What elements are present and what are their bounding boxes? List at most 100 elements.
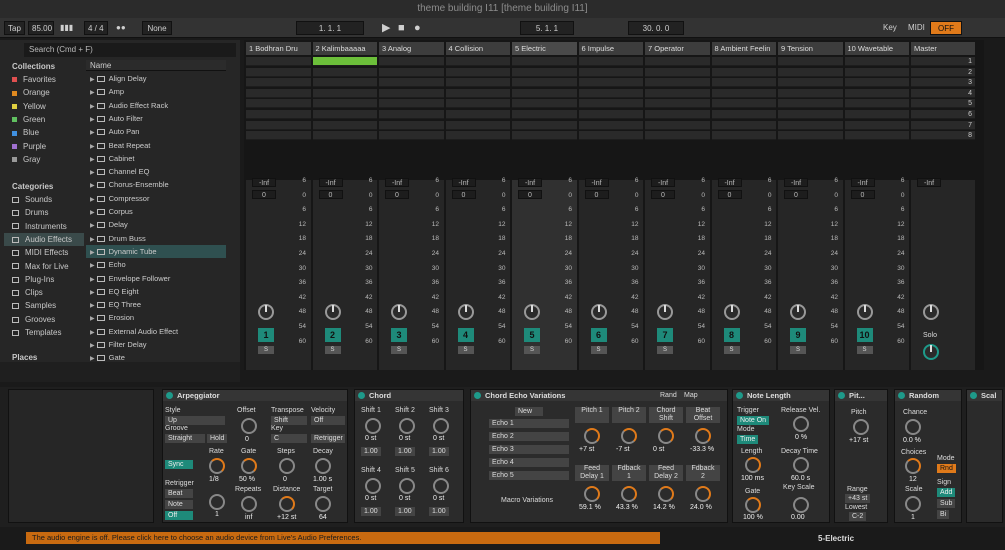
volume-readout[interactable]: -Inf [451, 178, 476, 187]
chord-shift-knob[interactable] [433, 418, 449, 434]
random-choices-knob[interactable] [905, 458, 921, 474]
volume-readout[interactable]: -Inf [584, 178, 609, 187]
chord-shift-knob[interactable] [433, 478, 449, 494]
clip-slot[interactable] [512, 99, 577, 109]
pan-readout[interactable]: 0 [318, 190, 343, 199]
clip-slot[interactable] [512, 120, 577, 130]
master-volume-readout[interactable]: -Inf [917, 178, 941, 187]
track-header[interactable]: 9 Tension [778, 42, 843, 55]
track-header[interactable]: 8 Ambient Feelin [711, 42, 776, 55]
pitch-knob[interactable] [853, 419, 869, 435]
send-knob[interactable] [856, 304, 873, 320]
arp-distance-knob[interactable] [279, 496, 295, 512]
clip-slot[interactable] [778, 120, 843, 130]
macro-knob[interactable] [658, 428, 674, 444]
clip-slot[interactable] [379, 99, 444, 109]
clip-slot[interactable] [778, 110, 843, 119]
clip-slot[interactable] [246, 110, 311, 119]
clip-slot[interactable] [578, 67, 643, 77]
clip-slot[interactable] [711, 131, 776, 141]
category-max-for-live[interactable]: Max for Live [4, 260, 84, 273]
device-rack[interactable]: Chord Echo Variations Rand Map New Echo … [470, 389, 728, 523]
clip-slot[interactable] [844, 88, 909, 98]
clip-slot[interactable] [246, 57, 311, 66]
solo-button[interactable]: S [524, 346, 540, 354]
name-column-header[interactable]: Name [86, 60, 226, 71]
browser-item[interactable]: ▶ Echo [86, 258, 226, 271]
clip-slot[interactable] [711, 120, 776, 130]
expand-triangle-icon[interactable]: ▶ [90, 170, 95, 176]
arp-velocity-select[interactable]: Off [311, 416, 345, 425]
category-instruments[interactable]: Instruments [4, 220, 84, 233]
arrangement-position[interactable]: 1. 1. 1 [296, 21, 364, 35]
clip-slot[interactable] [645, 57, 710, 66]
clip-slot[interactable] [445, 57, 510, 66]
solo-button[interactable]: S [590, 346, 607, 354]
clip-slot[interactable] [844, 110, 909, 119]
device-note-length[interactable]: Note Length Trigger Note On Mode Time Re… [732, 389, 830, 523]
category-samples[interactable]: Samples [4, 299, 84, 312]
clip-slot[interactable] [844, 120, 909, 130]
clip-slot[interactable] [445, 120, 510, 130]
track-header[interactable]: 7 Operator [645, 42, 710, 55]
clip-slot[interactable] [312, 57, 377, 66]
send-knob[interactable] [457, 304, 474, 320]
clip-slot[interactable] [379, 67, 444, 77]
search-input[interactable]: Search (Cmd + F) [24, 43, 236, 57]
clip-slot[interactable] [778, 88, 843, 98]
expand-triangle-icon[interactable]: ▶ [90, 277, 95, 283]
volume-readout[interactable]: -Inf [717, 178, 742, 187]
pitch-range-field[interactable]: +43 st [845, 494, 871, 503]
variation-item[interactable]: Echo 4 [489, 458, 569, 467]
browser-item[interactable]: ▶ Filter Delay [86, 338, 226, 351]
macro-knob[interactable] [695, 486, 711, 502]
browser-item[interactable]: ▶ Compressor [86, 192, 226, 205]
send-knob[interactable] [590, 304, 607, 320]
category-sounds[interactable]: Sounds [4, 193, 84, 206]
nl-decay-knob[interactable] [793, 457, 809, 473]
chord-velocity-field[interactable]: 1.00 [361, 447, 381, 456]
browser-item[interactable]: ▶ Beat Repeat [86, 139, 226, 152]
chord-shift-knob[interactable] [399, 418, 415, 434]
pan-readout[interactable]: 0 [451, 190, 476, 199]
master-cue-knob[interactable] [923, 304, 939, 320]
category-drums[interactable]: Drums [4, 206, 84, 219]
clip-slot[interactable] [645, 78, 710, 88]
device-random[interactable]: Random Chance 0.0 % Choices 12 Mode Rnd … [894, 389, 962, 523]
master-header[interactable]: Master [911, 42, 975, 55]
clip-slot[interactable] [578, 78, 643, 88]
pan-readout[interactable]: 0 [385, 190, 409, 199]
solo-button[interactable]: S [723, 346, 740, 354]
clip-slot[interactable] [578, 110, 643, 119]
scene-launch[interactable]: 8 [911, 131, 975, 141]
expand-triangle-icon[interactable]: ▶ [90, 343, 95, 349]
clip-slot[interactable] [512, 110, 577, 119]
arp-sync-button[interactable]: Sync [165, 460, 193, 469]
expand-triangle-icon[interactable]: ▶ [90, 90, 95, 96]
clip-slot[interactable] [246, 67, 311, 77]
nl-keyscale-knob[interactable] [793, 497, 809, 513]
clip-slot[interactable] [312, 99, 377, 109]
clip-slot[interactable] [578, 57, 643, 66]
collection-gray[interactable]: Gray [4, 153, 84, 166]
volume-readout[interactable]: -Inf [850, 178, 875, 187]
random-bi-button[interactable]: Bi [937, 510, 950, 519]
master-preview-knob[interactable] [923, 344, 939, 360]
track-header[interactable]: 4 Collision [445, 42, 510, 55]
expand-triangle-icon[interactable]: ▶ [90, 250, 95, 256]
expand-triangle-icon[interactable]: ▶ [90, 183, 95, 189]
scene-launch[interactable]: 1 [911, 57, 975, 66]
clip-slot[interactable] [512, 78, 577, 88]
arp-transpose-select[interactable]: Shift [271, 416, 307, 425]
clip-slot[interactable] [844, 78, 909, 88]
clip-slot[interactable] [246, 99, 311, 109]
chord-velocity-field[interactable]: 1.00 [395, 507, 415, 516]
track-activator-button[interactable]: 4 [457, 328, 474, 342]
chord-velocity-field[interactable]: 1.00 [429, 447, 449, 456]
device-chord[interactable]: Chord Shift 1 0 st 1.00 Shift 2 0 st 1.00 Shif… [354, 389, 464, 523]
clip-slot[interactable] [379, 110, 444, 119]
scene-launch[interactable]: 4 [911, 88, 975, 98]
track-header[interactable]: 1 Bodhran Dru [246, 42, 311, 55]
chord-shift-knob[interactable] [365, 418, 381, 434]
track-activator-button[interactable]: 8 [723, 328, 740, 342]
